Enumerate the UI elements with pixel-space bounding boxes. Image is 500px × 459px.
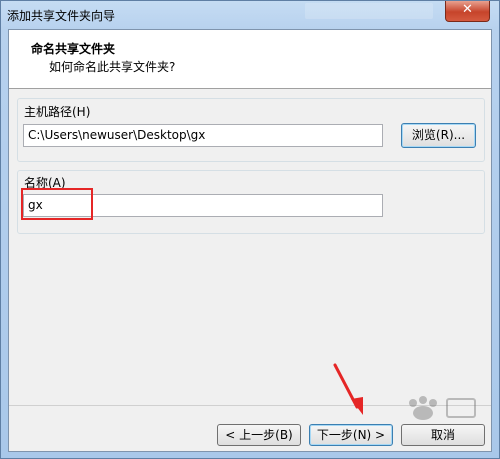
highlight-annotation: [21, 188, 93, 220]
close-button[interactable]: ✕: [445, 1, 490, 22]
browse-button[interactable]: 浏览(R)...: [401, 123, 476, 148]
cancel-button[interactable]: 取消: [401, 424, 485, 446]
wizard-body: 命名共享文件夹 如何命名此共享文件夹? 主机路径(H) C:\Users\new…: [8, 29, 492, 452]
title-bar-blur: [305, 3, 433, 19]
next-button[interactable]: 下一步(N) >: [309, 424, 393, 446]
close-icon: ✕: [462, 2, 473, 17]
watermark-logo-icon: [409, 396, 476, 420]
page-title: 命名共享文件夹: [31, 42, 116, 56]
title-bar[interactable]: 添加共享文件夹向导 ✕: [1, 1, 499, 29]
window-title: 添加共享文件夹向导: [7, 9, 116, 23]
arrow-annotation-icon: [333, 363, 363, 415]
page-subtitle: 如何命名此共享文件夹?: [49, 60, 176, 74]
back-button[interactable]: < 上一步(B): [217, 424, 301, 446]
host-path-label: 主机路径(H): [24, 105, 91, 119]
host-path-input[interactable]: C:\Users\newuser\Desktop\gx: [23, 124, 383, 147]
wizard-window: 添加共享文件夹向导 ✕ 命名共享文件夹 如何命名此共享文件夹? 主机路径(H) …: [0, 0, 500, 459]
wizard-header: 命名共享文件夹 如何命名此共享文件夹?: [9, 30, 491, 89]
